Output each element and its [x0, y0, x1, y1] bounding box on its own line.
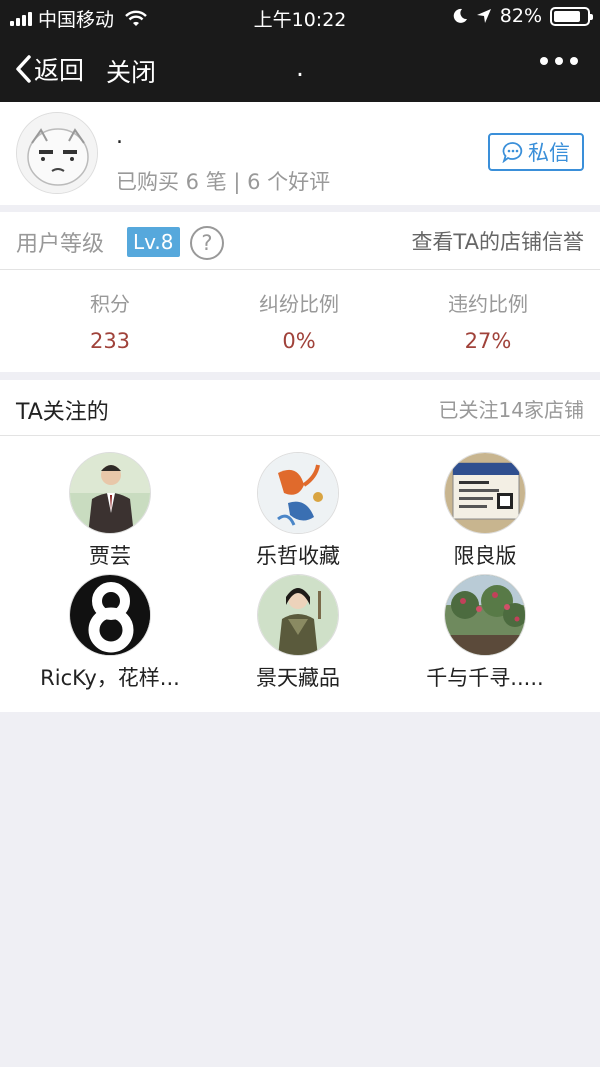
- store-avatar: [69, 574, 151, 656]
- store-name: 贾芸: [89, 544, 131, 568]
- store-name: 乐哲收藏: [256, 544, 340, 568]
- metric-value: 233: [89, 329, 131, 353]
- store-name: RicKy，花样...: [40, 666, 180, 690]
- store-name: 千与千寻.....: [426, 666, 544, 690]
- store-item[interactable]: 乐哲收藏: [203, 452, 393, 570]
- metric-dispute-rate: 纠纷比例 0%: [199, 288, 399, 353]
- following-title: TA关注的: [16, 400, 109, 425]
- store-avatar: [257, 452, 339, 534]
- store-name: 限良版: [453, 544, 517, 568]
- store-item[interactable]: 贾芸: [15, 452, 205, 570]
- level-badge: Lv.8: [127, 227, 180, 257]
- metric-value: 27%: [464, 329, 512, 353]
- question-icon[interactable]: ?: [190, 226, 224, 260]
- store-credit-link[interactable]: 查看TA的店铺信誉: [411, 226, 584, 256]
- store-item[interactable]: 千与千寻.....: [390, 574, 580, 692]
- moon-icon: [453, 8, 467, 23]
- following-count[interactable]: 已关注14家店铺: [439, 394, 584, 423]
- user-level-label: 用户等级: [16, 232, 105, 257]
- avatar[interactable]: [16, 112, 98, 194]
- metric-label: 积分: [90, 292, 130, 316]
- level-row: 用户等级 Lv.8 ? 查看TA的店铺信誉: [0, 212, 600, 270]
- metric-value: 0%: [282, 329, 316, 353]
- store-name: 景天藏品: [256, 666, 340, 690]
- store-avatar: [444, 574, 526, 656]
- store-avatar: [444, 452, 526, 534]
- private-message-button[interactable]: 私信: [488, 133, 584, 171]
- store-avatar: [69, 452, 151, 534]
- following-header: TA关注的 已关注14家店铺: [0, 380, 600, 436]
- profile-card: . 已购买 6 笔 | 6 个好评 私信: [0, 102, 600, 205]
- store-item[interactable]: 限良版: [390, 452, 580, 570]
- store-item[interactable]: 景天藏品: [203, 574, 393, 692]
- private-message-label: 私信: [528, 141, 570, 165]
- metrics: 积分 233 纠纷比例 0% 违约比例 27%: [0, 270, 600, 372]
- nav-bar: 返回 关闭 .: [0, 33, 600, 102]
- status-bar: 中国移动 上午10:22 82%: [0, 0, 600, 33]
- metric-default-rate: 违约比例 27%: [388, 288, 588, 353]
- store-avatar: [257, 574, 339, 656]
- page-title: .: [296, 53, 304, 82]
- level-card: 用户等级 Lv.8 ? 查看TA的店铺信誉 积分 233 纠纷比例 0% 违约比…: [0, 212, 600, 372]
- chat-bubble-icon: [502, 142, 523, 163]
- more-dots-icon[interactable]: [540, 57, 578, 65]
- battery-icon: [550, 6, 593, 26]
- cartoon-face-icon: [17, 113, 97, 193]
- following-card: TA关注的 已关注14家店铺 贾芸 乐哲收藏 限良版 RicKy，花样... 景…: [0, 380, 600, 712]
- purchase-stats: 已购买 6 笔 | 6 个好评: [116, 170, 331, 194]
- battery-percent: 82%: [499, 5, 542, 27]
- metric-label: 违约比例: [448, 292, 528, 316]
- metric-points: 积分 233: [10, 288, 210, 353]
- store-item[interactable]: RicKy，花样...: [15, 574, 205, 692]
- location-icon: [476, 9, 491, 23]
- metric-label: 纠纷比例: [259, 292, 339, 316]
- profile-name: .: [116, 124, 123, 149]
